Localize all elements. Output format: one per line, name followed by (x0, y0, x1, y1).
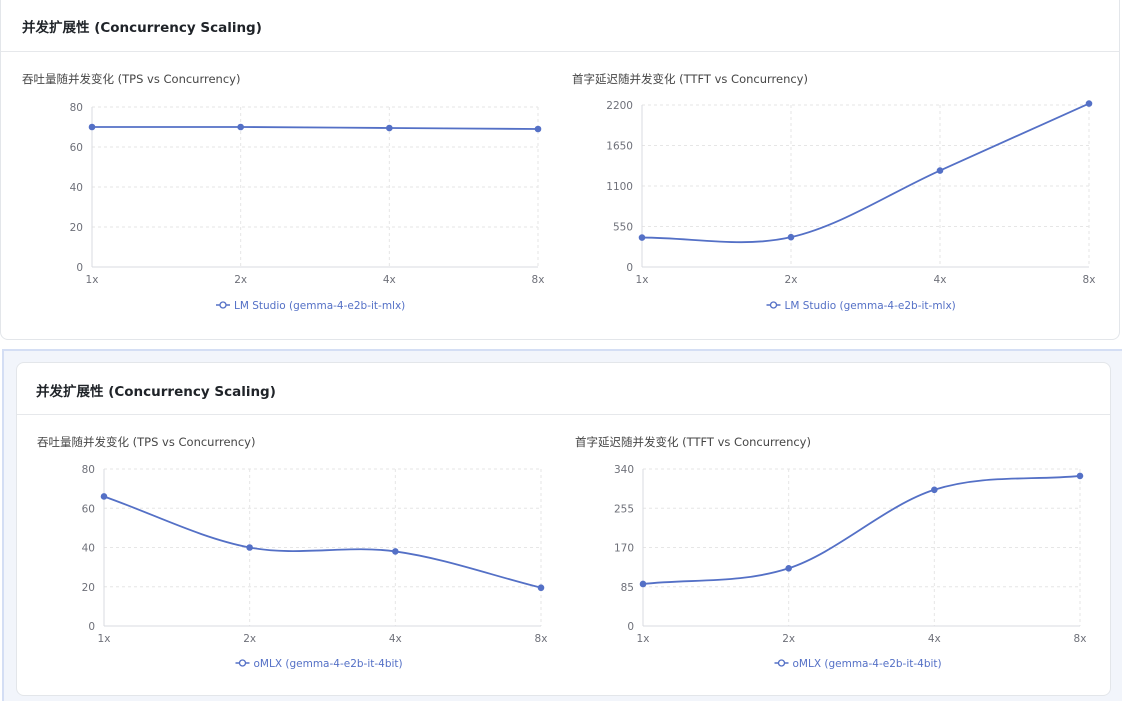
ttft-chart-omlx: 首字延迟随并发变化 (TTFT vs Concurrency) 0 85 170 255… (575, 435, 1087, 670)
x-tick-label: 4x (928, 633, 941, 645)
data-point (1076, 472, 1084, 480)
series-line (642, 475, 1081, 585)
data-point (639, 580, 647, 588)
y-tick-label: 340 (614, 464, 634, 476)
y-tick-label: 85 (621, 582, 634, 594)
data-point (931, 486, 938, 494)
legend-label: oMLX (gemma-4-e2b-it-4bit) (793, 658, 942, 670)
legend-marker (777, 659, 786, 667)
y-tick-label: 0 (627, 621, 634, 633)
chart-title: 首字延迟随并发变化 (TTFT vs Concurrency) (575, 435, 811, 449)
x-tick-label: 2x (782, 633, 795, 645)
y-tick-label: 170 (614, 543, 634, 555)
y-tick-label: 255 (614, 503, 634, 515)
data-point (785, 564, 792, 572)
x-tick-label: 8x (1074, 633, 1087, 645)
x-tick-label: 1x (637, 633, 650, 645)
